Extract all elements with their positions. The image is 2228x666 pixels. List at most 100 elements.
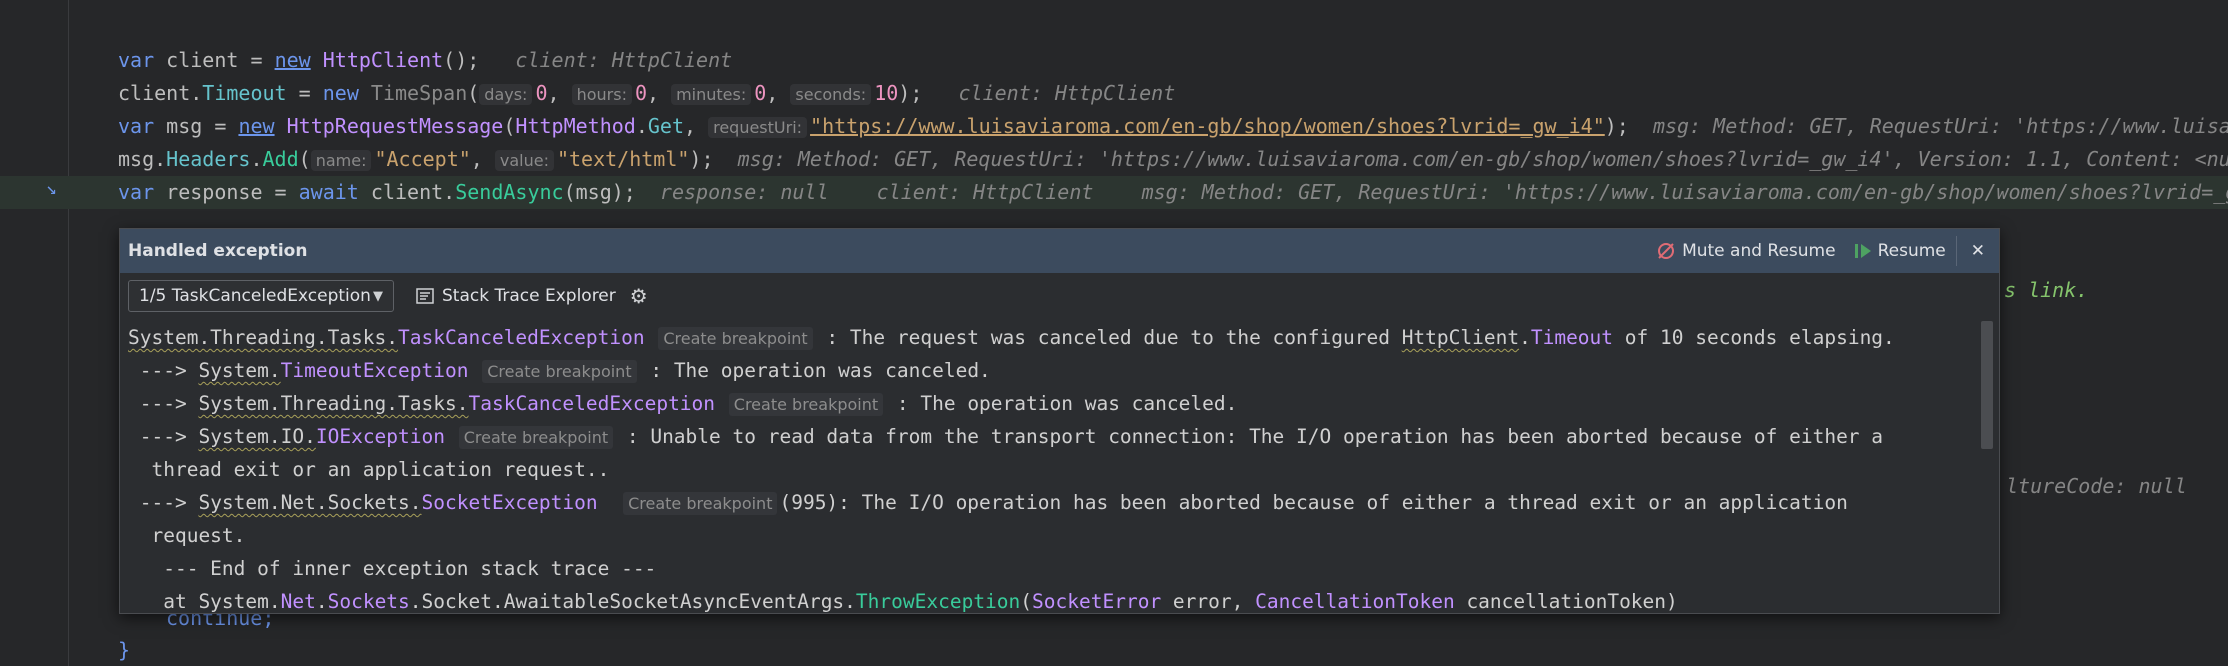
namespace-link[interactable]: System.IO. (198, 425, 315, 448)
code-line-1[interactable]: var client = new HttpClient(); client: H… (118, 44, 732, 77)
exception-toolbar: 1/5 TaskCanceledException ▼ Stack Trace … (120, 273, 1999, 319)
keyword-new: new (238, 114, 275, 138)
identifier: response (166, 180, 263, 204)
parameter-hint: hours: (571, 84, 632, 105)
identifier: msg (166, 114, 203, 138)
namespace-link[interactable]: System.Net.Sockets. (198, 491, 421, 514)
namespace-link[interactable]: System.Threading.Tasks. (128, 326, 398, 349)
code-line-2[interactable]: client.Timeout = new TimeSpan(days: 0, ho… (118, 77, 1175, 110)
debug-inlay-value: msg: Method: GET, RequestUri: 'https://w… (737, 147, 2228, 171)
create-breakpoint-button[interactable]: Create breakpoint (658, 327, 813, 350)
stack-trace-text[interactable]: System.Threading.Tasks.TaskCanceledExcep… (128, 321, 1975, 613)
create-breakpoint-button[interactable]: Create breakpoint (728, 393, 884, 416)
punctuation: . (315, 590, 328, 613)
exception-popup-header: Handled exception Mute and Resume Resume… (120, 229, 1999, 273)
parameter-hint: name: (310, 150, 372, 171)
popup-title: Handled exception (128, 241, 308, 261)
gear-icon[interactable]: ⚙ (630, 284, 648, 308)
parameter-name: error, (1161, 590, 1256, 613)
namespace-link[interactable]: System.Threading.Tasks. (198, 392, 468, 415)
type-name: HttpClient (322, 48, 444, 72)
string-literal: "Accept" (374, 147, 471, 171)
code-comment-fragment: s link. (2004, 278, 2089, 302)
debug-inlay-value: client: HttpClient (515, 48, 733, 72)
exception-message: : The operation was canceled. (885, 392, 1238, 415)
exception-type-link[interactable]: IOException (316, 425, 445, 448)
exception-type-link[interactable]: TimeoutException (281, 359, 469, 382)
type-name: HttpRequestMessage (286, 114, 504, 138)
identifier: msg. (118, 147, 167, 171)
identifier: client (166, 48, 239, 72)
resume-label: Resume (1877, 241, 1946, 261)
method-name: Add (262, 147, 299, 171)
closing-brace: } (118, 638, 131, 662)
keyword: var (118, 48, 155, 72)
exception-popup: Handled exception Mute and Resume Resume… (119, 228, 2000, 614)
type-link[interactable]: HttpClient (1402, 326, 1519, 349)
stack-trace-explorer-button[interactable]: Stack Trace Explorer (416, 286, 616, 306)
create-breakpoint-button[interactable]: Create breakpoint (458, 426, 614, 449)
parameter-hint: requestUri: (708, 117, 808, 138)
code-line-4[interactable]: msg.Headers.Add(name: "Accept", value: "te… (118, 143, 2228, 176)
number-literal: 10 (874, 81, 899, 105)
type-link[interactable]: CancellationToken (1255, 590, 1455, 613)
exception-type-link[interactable]: TaskCanceledException (468, 392, 715, 415)
parameter-hint: seconds: (790, 84, 872, 105)
trace-line: at System.Net.Sockets.Socket.AwaitableSo… (128, 585, 1975, 613)
exception-message: of 10 seconds elapsing. (1613, 326, 1895, 349)
inner-arrow: ---> (128, 359, 199, 382)
operator: = (274, 180, 287, 204)
parameter-name: cancellationToken) (1454, 590, 1678, 613)
exception-message: : The request was canceled due to the co… (814, 326, 1402, 349)
exception-message: : Unable to read data from the transport… (615, 425, 1884, 448)
punctuation: ( (298, 147, 311, 171)
type-link[interactable]: SocketError (1032, 590, 1161, 613)
resume-icon (1854, 244, 1871, 258)
punctuation: ); (898, 81, 923, 105)
keyword: var (118, 180, 155, 204)
debug-inlay-value: client: HttpClient (876, 180, 1094, 204)
exception-message: : The operation was canceled. (638, 359, 991, 382)
parameter-hint: days: (479, 84, 533, 105)
mute-breakpoints-icon (1658, 243, 1675, 259)
exception-selector-dropdown[interactable]: 1/5 TaskCanceledException ▼ (128, 280, 394, 312)
inner-arrow: ---> (128, 491, 199, 514)
create-breakpoint-button[interactable]: Create breakpoint (623, 492, 778, 515)
trace-line: ---> System.Threading.Tasks.TaskCanceled… (128, 387, 1975, 420)
punctuation: ( (1020, 590, 1033, 613)
exception-type-link[interactable]: TaskCanceledException (398, 326, 645, 349)
debug-inlay-value: response: null (659, 180, 829, 204)
resume-button[interactable]: Resume (1854, 241, 1946, 261)
punctuation: , (470, 147, 483, 171)
trace-line: ---> System.IO.IOException Create breakp… (128, 420, 1975, 453)
string-literal: "text/html" (556, 147, 690, 171)
code-line-3[interactable]: var msg = new HttpRequestMessage(HttpMet… (118, 110, 2228, 143)
trace-line: thread exit or an application request.. (128, 458, 610, 481)
execution-pointer-icon[interactable]: ↘ (46, 178, 57, 199)
punctuation: ); (1604, 114, 1629, 138)
code-line-5[interactable]: var response = await client.SendAsync(ms… (118, 176, 2228, 209)
parameter-hint: value: (494, 150, 554, 171)
create-breakpoint-button[interactable]: Create breakpoint (482, 360, 637, 383)
namespace-link[interactable]: System. (198, 359, 280, 382)
stack-trace-explorer-label: Stack Trace Explorer (442, 286, 616, 306)
property: Timeout (202, 81, 287, 105)
method-link[interactable]: ThrowException (856, 590, 1020, 613)
number-literal: 0 (634, 81, 647, 105)
identifier: client. (118, 81, 203, 105)
namespace-link[interactable]: Sockets (328, 590, 410, 613)
url-string-literal[interactable]: "https://www.luisaviaroma.com/en-gb/shop… (810, 114, 1605, 138)
debug-inlay-value: msg: Method: GET, RequestUri: 'https://w… (1652, 114, 2228, 138)
method-name: SendAsync (455, 180, 564, 204)
property-link[interactable]: Timeout (1531, 326, 1613, 349)
exception-type-link[interactable]: SocketException (422, 491, 598, 514)
close-icon[interactable]: ✕ (1971, 241, 1985, 261)
mute-and-resume-button[interactable]: Mute and Resume (1656, 241, 1836, 261)
debug-inlay-value: msg: Method: GET, RequestUri: 'https://w… (1141, 180, 2228, 204)
trace-line: System.Threading.Tasks.TaskCanceledExcep… (128, 321, 1975, 354)
vertical-scrollbar[interactable] (1981, 321, 1993, 449)
chevron-down-icon: ▼ (373, 288, 383, 304)
namespace-link[interactable]: Net (281, 590, 316, 613)
number-literal: 0 (754, 81, 767, 105)
type-name: HttpMethod (515, 114, 636, 138)
